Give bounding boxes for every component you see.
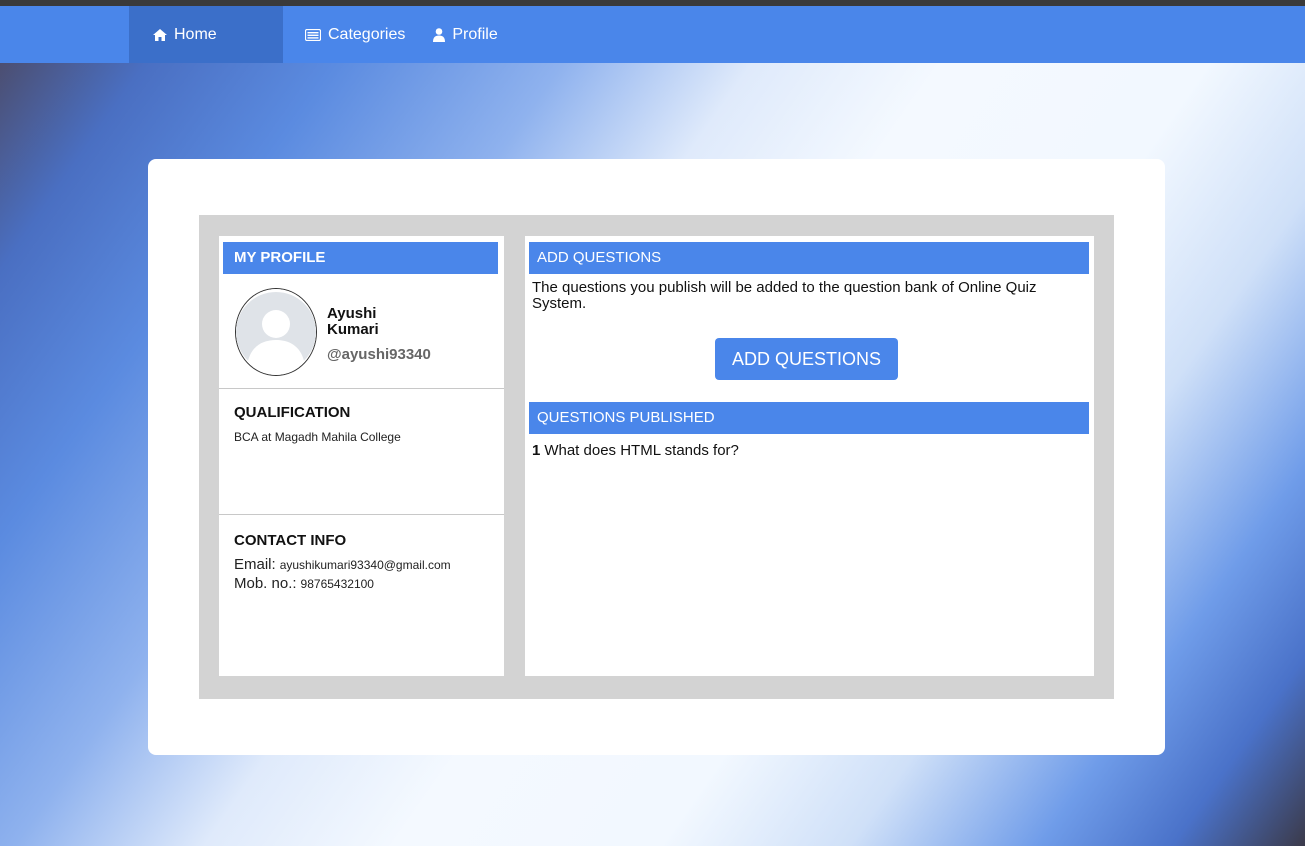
add-questions-button[interactable]: ADD QUESTIONS [715,338,898,380]
avatar [235,288,317,376]
list-item[interactable]: 1 What does HTML stands for? [532,442,739,459]
my-profile-header: MY PROFILE [223,242,498,274]
qualification-title: QUALIFICATION [234,404,351,421]
main-card: MY PROFILE Ayushi Kumari @ayushi93340 QU… [148,159,1165,755]
questions-panel: ADD QUESTIONS The questions you publish … [525,236,1094,676]
home-icon [153,28,167,41]
list-icon [305,28,321,41]
add-questions-description: The questions you publish will be added … [532,279,1037,312]
questions-published-header: QUESTIONS PUBLISHED [529,402,1089,434]
nav-categories[interactable]: Categories [283,6,431,63]
user-first-name: Ayushi [327,305,377,322]
mobile-row: Mob. no.: 98765432100 [234,575,374,592]
email-row: Email: ayushikumari93340@gmail.com [234,556,451,573]
user-full-name: Ayushi Kumari [327,306,379,338]
profile-panel: MY PROFILE Ayushi Kumari @ayushi93340 QU… [219,236,504,676]
email-value: ayushikumari93340@gmail.com [279,558,451,572]
user-last-name: Kumari [327,321,379,338]
content-frame: MY PROFILE Ayushi Kumari @ayushi93340 QU… [199,215,1114,699]
profile-divider-2 [219,514,504,515]
nav-profile-label: Profile [452,25,498,43]
question-text: What does HTML stands for? [544,442,739,459]
email-label: Email: [234,556,276,573]
nav-home[interactable]: Home [129,6,283,63]
profile-divider-1 [219,388,504,389]
add-questions-header: ADD QUESTIONS [529,242,1089,274]
nav-profile[interactable]: Profile [431,6,498,63]
avatar-placeholder-icon [236,289,316,375]
contact-info-title: CONTACT INFO [234,532,347,549]
user-handle: @ayushi93340 [327,346,431,363]
user-icon [433,27,446,42]
nav-menu: Home Categories Profile [129,6,498,63]
mobile-label: Mob. no.: [234,575,297,592]
qualification-value: BCA at Magadh Mahila College [234,430,401,444]
mobile-value: 98765432100 [300,577,374,591]
question-number: 1 [532,442,541,459]
top-navbar: Home Categories Profile [0,0,1305,63]
nav-home-label: Home [174,25,217,43]
nav-categories-label: Categories [328,25,406,43]
